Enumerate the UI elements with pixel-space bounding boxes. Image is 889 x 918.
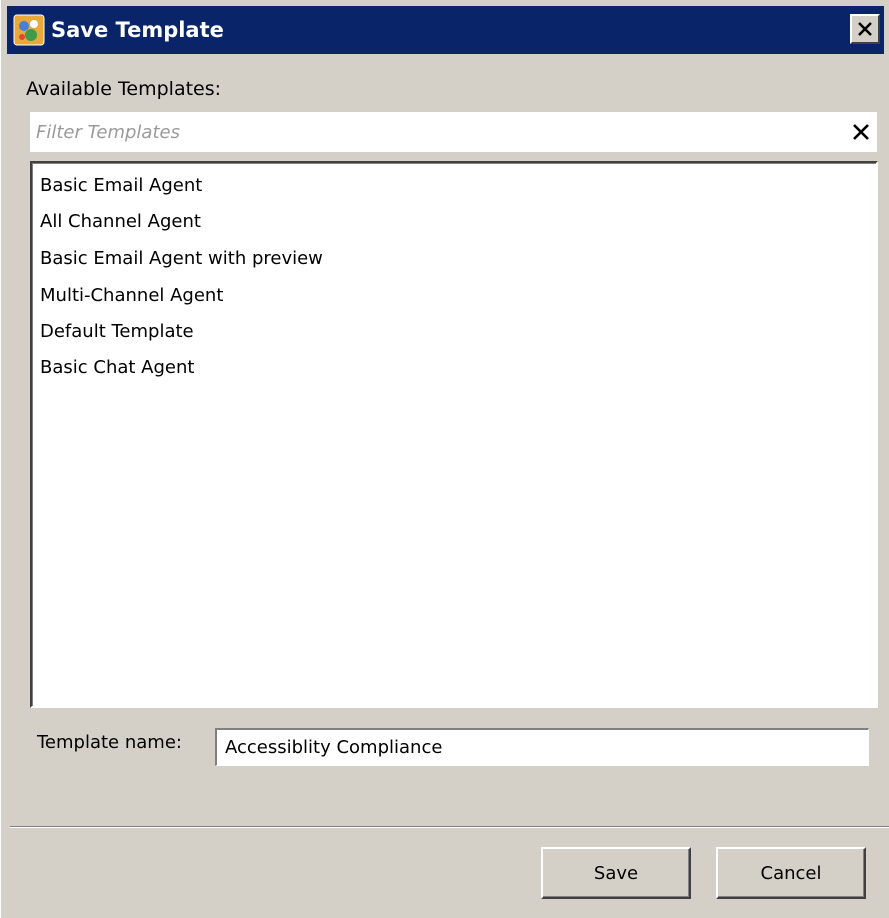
cancel-button[interactable]: Cancel bbox=[716, 847, 866, 899]
template-list[interactable]: Basic Email Agent All Channel Agent Basi… bbox=[30, 161, 878, 708]
save-template-dialog: Save Template Available Templates: Basic… bbox=[0, 0, 889, 918]
available-templates-label: Available Templates: bbox=[26, 78, 222, 100]
title-bar[interactable]: Save Template bbox=[7, 6, 884, 54]
list-item[interactable]: Basic Email Agent with preview bbox=[40, 241, 323, 277]
filter-templates-input[interactable] bbox=[36, 112, 826, 152]
list-item[interactable]: Multi-Channel Agent bbox=[40, 278, 223, 314]
clear-filter-icon[interactable] bbox=[851, 122, 871, 142]
list-item[interactable]: All Channel Agent bbox=[40, 204, 201, 240]
save-button[interactable]: Save bbox=[541, 847, 691, 899]
template-name-label: Template name: bbox=[37, 732, 182, 753]
list-item[interactable]: Basic Email Agent bbox=[40, 168, 202, 204]
app-icon bbox=[13, 14, 45, 46]
list-item[interactable]: Basic Chat Agent bbox=[40, 350, 194, 386]
filter-box bbox=[30, 112, 877, 152]
template-name-input[interactable] bbox=[215, 728, 869, 766]
divider bbox=[10, 826, 889, 828]
dialog-title: Save Template bbox=[51, 18, 224, 42]
close-icon bbox=[858, 22, 872, 36]
list-item[interactable]: Default Template bbox=[40, 314, 194, 350]
close-button[interactable] bbox=[850, 14, 880, 44]
